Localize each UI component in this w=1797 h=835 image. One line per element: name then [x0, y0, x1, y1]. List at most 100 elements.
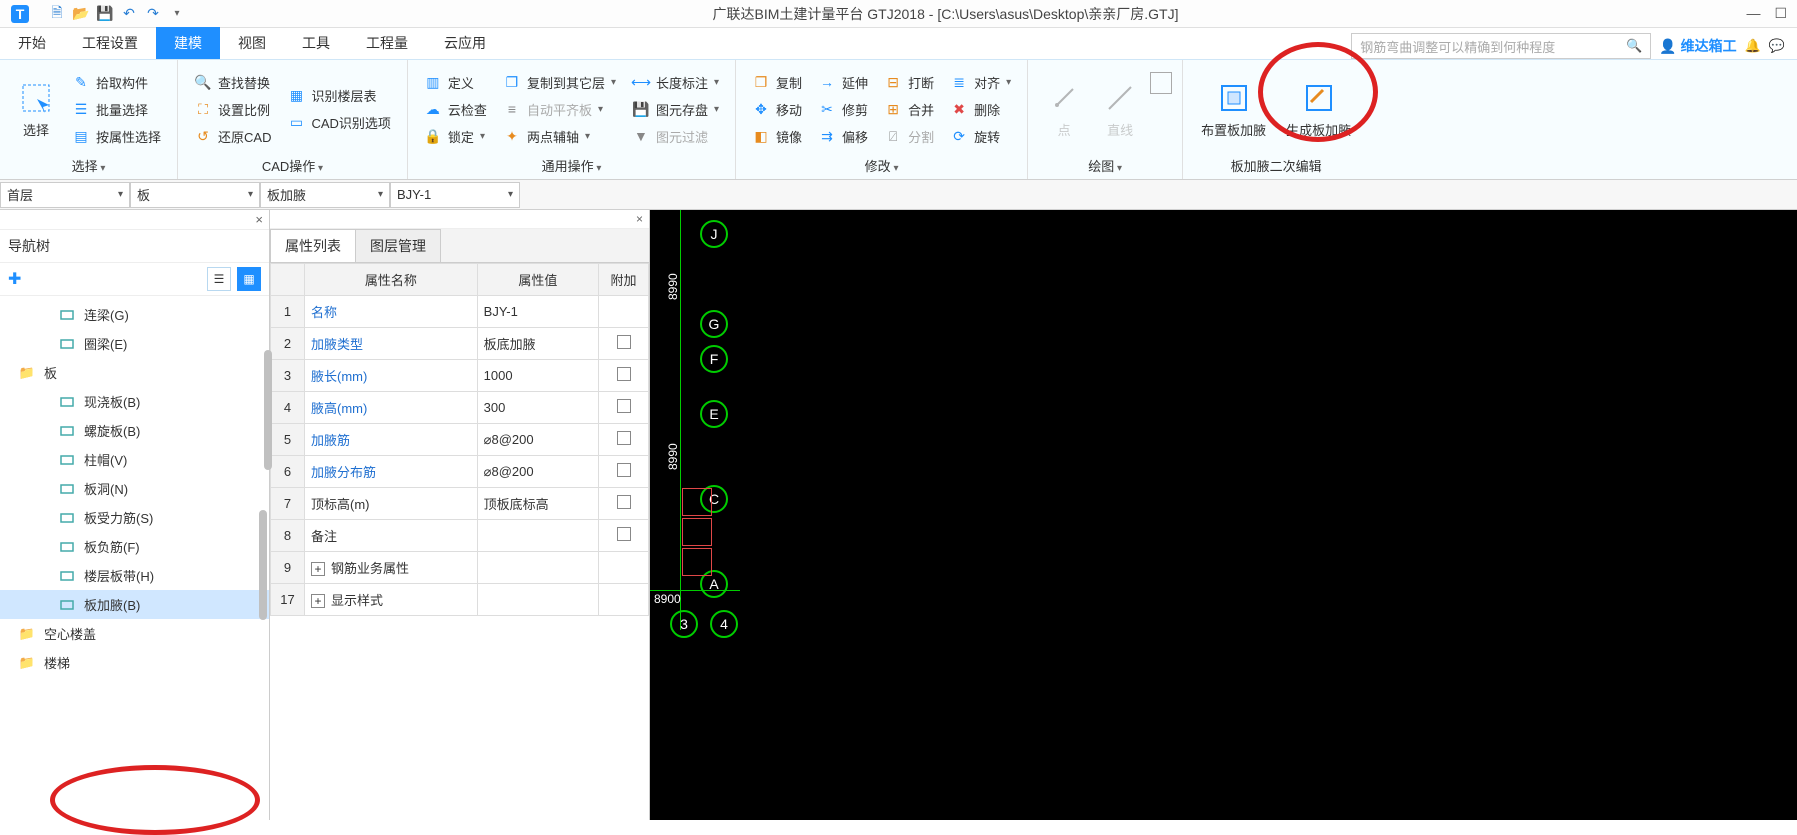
attr-name-cell[interactable]: 加腋分布筋 [305, 456, 478, 488]
attr-name-cell[interactable]: +显示样式 [305, 584, 478, 616]
rotate-button[interactable]: ⟳旋转 [944, 125, 1017, 148]
attr-name-link[interactable]: 名称 [311, 305, 337, 320]
attr-row[interactable]: 5加腋筋⌀8@200 [271, 424, 649, 456]
break-button[interactable]: ⊟打断 [878, 71, 940, 94]
copy-button[interactable]: ❐复制 [746, 71, 808, 94]
attr-name-cell[interactable]: 加腋类型 [305, 328, 478, 360]
nav-tree-item[interactable]: 柱帽(V) [0, 445, 269, 474]
search-input[interactable]: 钢筋弯曲调整可以精确到何种程度 🔍 [1351, 33, 1651, 59]
checkbox-icon[interactable] [617, 431, 631, 445]
attr-extra-cell[interactable] [599, 392, 649, 424]
tab-layers[interactable]: 图层管理 [355, 229, 441, 262]
align-button[interactable]: ≣对齐 [944, 71, 1017, 94]
point-button[interactable]: 点 [1038, 66, 1090, 152]
instance-combo[interactable]: BJY-1▾ [390, 182, 520, 208]
two-point-axis-button[interactable]: ✦两点辅轴 [497, 125, 622, 148]
nav-tree-item[interactable]: 楼层板带(H) [0, 561, 269, 590]
checkbox-icon[interactable] [617, 495, 631, 509]
menu-start[interactable]: 开始 [0, 27, 64, 59]
menu-project-settings[interactable]: 工程设置 [64, 27, 156, 59]
attr-extra-cell[interactable] [599, 456, 649, 488]
attr-value-cell[interactable] [477, 584, 598, 616]
select-by-attr-button[interactable]: ▤按属性选择 [66, 125, 167, 148]
maximize-button[interactable]: ☐ [1774, 5, 1787, 22]
pick-component-button[interactable]: ✎拾取构件 [66, 71, 167, 94]
bell-icon[interactable]: 🔔 [1745, 38, 1761, 54]
qat-more-icon[interactable]: ▾ [168, 5, 186, 23]
category-combo[interactable]: 板▾ [130, 182, 260, 208]
qat-new-icon[interactable]: 🗎 [48, 5, 66, 23]
attr-name-cell[interactable]: 腋高(mm) [305, 392, 478, 424]
checkbox-icon[interactable] [617, 527, 631, 541]
ribbon-group-cad-label[interactable]: CAD操作 [188, 152, 397, 177]
batch-select-button[interactable]: ☰批量选择 [66, 98, 167, 121]
checkbox-icon[interactable] [617, 399, 631, 413]
drawing-canvas[interactable]: J G F E C A 3 4 8990 8990 8900 [650, 210, 1797, 820]
attr-scrollbar[interactable] [264, 350, 272, 470]
checkbox-icon[interactable] [617, 463, 631, 477]
checkbox-icon[interactable] [617, 335, 631, 349]
attr-name-cell[interactable]: 加腋筋 [305, 424, 478, 456]
attr-name-link[interactable]: 加腋分布筋 [311, 465, 376, 480]
nav-tree-item[interactable]: 圈梁(E) [0, 329, 269, 358]
cad-options-button[interactable]: ▭CAD识别选项 [281, 111, 396, 134]
trim-button[interactable]: ✂修剪 [812, 98, 874, 121]
expand-icon[interactable]: + [311, 562, 325, 576]
menu-tools[interactable]: 工具 [284, 27, 348, 59]
lock-button[interactable]: 🔒锁定 [418, 125, 493, 148]
attr-value-cell[interactable]: BJY-1 [477, 296, 598, 328]
save-elements-button[interactable]: 💾图元存盘 [626, 98, 725, 121]
select-button[interactable]: 选择 [10, 66, 62, 152]
move-button[interactable]: ✥移动 [746, 98, 808, 121]
nav-tree-item[interactable]: 板加腋(B) [0, 590, 269, 619]
generate-haunch-button[interactable]: 生成板加腋 [1278, 66, 1359, 152]
tab-attributes[interactable]: 属性列表 [270, 229, 356, 262]
ribbon-group-select-label[interactable]: 选择 [10, 152, 167, 177]
nav-tree-item[interactable]: 板负筋(F) [0, 532, 269, 561]
define-button[interactable]: ▥定义 [418, 71, 493, 94]
nav-tree-item[interactable]: 螺旋板(B) [0, 416, 269, 445]
attr-value-cell[interactable]: 板底加腋 [477, 328, 598, 360]
attr-row[interactable]: 9+钢筋业务属性 [271, 552, 649, 584]
attr-extra-cell[interactable] [599, 520, 649, 552]
ribbon-group-draw-label[interactable]: 绘图 [1038, 152, 1172, 177]
attr-value-cell[interactable]: 1000 [477, 360, 598, 392]
nav-tree-item[interactable]: 板受力筋(S) [0, 503, 269, 532]
nav-scrollbar[interactable] [259, 510, 267, 620]
line-button[interactable]: 直线 [1094, 66, 1146, 152]
checkbox-icon[interactable] [617, 367, 631, 381]
dimension-button[interactable]: ⟷长度标注 [626, 71, 725, 94]
nav-tree-item[interactable]: 连梁(G) [0, 300, 269, 329]
nav-tree-item[interactable]: 板洞(N) [0, 474, 269, 503]
menu-quantity[interactable]: 工程量 [348, 27, 426, 59]
user-badge[interactable]: 👤 维达箱工 [1659, 36, 1736, 56]
nav-add-icon[interactable]: ✚ [8, 269, 21, 289]
attr-value-cell[interactable] [477, 552, 598, 584]
expand-icon[interactable]: + [311, 594, 325, 608]
menu-modeling[interactable]: 建模 [156, 27, 220, 59]
qat-undo-icon[interactable]: ↶ [120, 5, 138, 23]
attr-row[interactable]: 2加腋类型板底加腋 [271, 328, 649, 360]
attr-row[interactable]: 3腋长(mm)1000 [271, 360, 649, 392]
attr-row[interactable]: 4腋高(mm)300 [271, 392, 649, 424]
chat-icon[interactable]: 💬 [1769, 38, 1785, 54]
attr-extra-cell[interactable] [599, 552, 649, 584]
merge-button[interactable]: ⊞合并 [878, 98, 940, 121]
nav-tree-item[interactable]: 📁空心楼盖 [0, 619, 269, 648]
nav-list-view-button[interactable]: ☰ [207, 267, 231, 291]
ribbon-group-general-label[interactable]: 通用操作 [418, 152, 725, 177]
extend-button[interactable]: →延伸 [812, 71, 874, 94]
type-combo[interactable]: 板加腋▾ [260, 182, 390, 208]
minimize-button[interactable]: — [1746, 5, 1760, 22]
attr-extra-cell[interactable] [599, 296, 649, 328]
attr-row[interactable]: 1名称BJY-1 [271, 296, 649, 328]
cloud-check-button[interactable]: ☁云检查 [418, 98, 493, 121]
delete-button[interactable]: ✖删除 [944, 98, 1017, 121]
menu-view[interactable]: 视图 [220, 27, 284, 59]
copy-to-layer-button[interactable]: ❐复制到其它层 [497, 71, 622, 94]
qat-open-icon[interactable]: 📂 [72, 5, 90, 23]
mirror-button[interactable]: ◧镜像 [746, 125, 808, 148]
attr-extra-cell[interactable] [599, 488, 649, 520]
attr-value-cell[interactable]: ⌀8@200 [477, 424, 598, 456]
find-replace-button[interactable]: 🔍查找替换 [188, 71, 277, 94]
